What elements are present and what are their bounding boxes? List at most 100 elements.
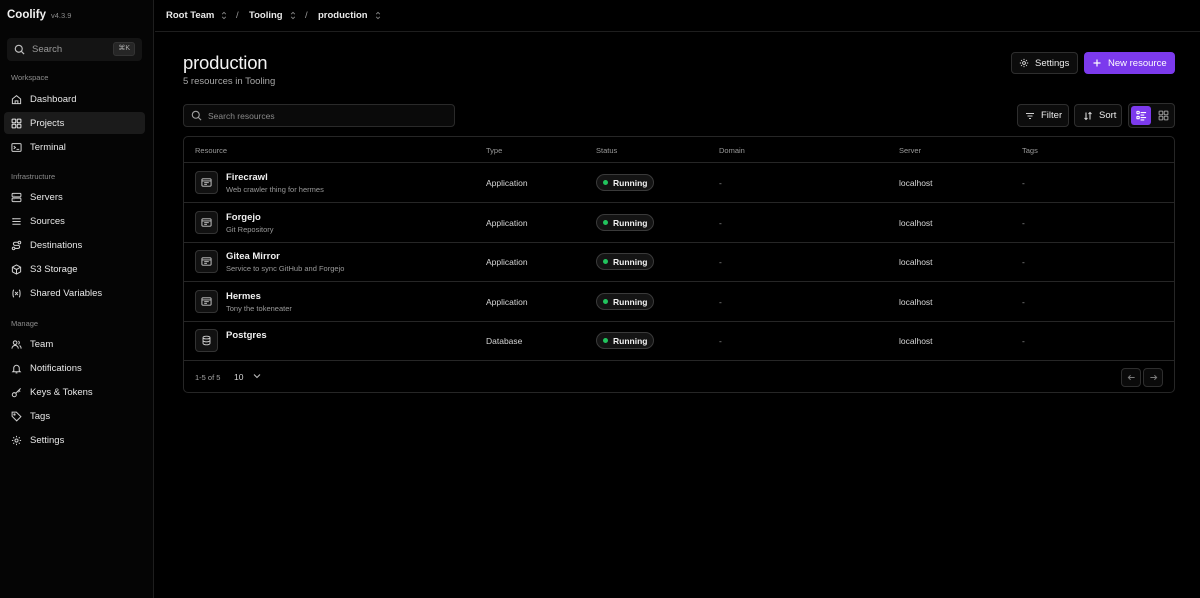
status-badge: Running bbox=[596, 214, 655, 231]
status-dot bbox=[603, 338, 608, 343]
next-page-button[interactable] bbox=[1143, 368, 1163, 387]
gear-icon bbox=[1019, 58, 1029, 68]
sidebar-item-label: Shared Variables bbox=[30, 287, 103, 299]
sidebar-item-shared-variables[interactable]: Shared Variables bbox=[4, 282, 145, 304]
sidebar-item-sources[interactable]: Sources bbox=[4, 210, 145, 232]
sidebar-item-label: Terminal bbox=[30, 141, 66, 153]
table-row[interactable]: Firecrawl Web crawler thing for hermes A… bbox=[184, 163, 1174, 203]
status-dot bbox=[603, 299, 608, 304]
status-dot bbox=[603, 180, 608, 185]
table-footer: 1-5 of 5 10 bbox=[184, 362, 1174, 392]
column-header-type[interactable]: Type bbox=[486, 146, 502, 155]
resource-description: Service to sync GitHub and Forgejo bbox=[226, 264, 345, 273]
resource-domain: - bbox=[719, 218, 722, 228]
column-header-server[interactable]: Server bbox=[899, 146, 921, 155]
breadcrumb-environment[interactable]: production bbox=[318, 10, 382, 21]
status-label: Running bbox=[613, 177, 648, 188]
column-header-resource[interactable]: Resource bbox=[195, 146, 227, 155]
search-shortcut: ⌘K bbox=[113, 42, 135, 56]
git-branch-icon bbox=[11, 216, 22, 227]
chevron-up-down-icon bbox=[290, 11, 295, 20]
sort-button-label: Sort bbox=[1099, 110, 1117, 121]
sidebar-item-label: Settings bbox=[30, 434, 65, 446]
app-version: v4.3.9 bbox=[50, 11, 72, 20]
sidebar-item-destinations[interactable]: Destinations bbox=[4, 234, 145, 256]
resource-tags: - bbox=[1022, 178, 1025, 188]
resource-domain: - bbox=[719, 178, 722, 188]
column-header-status[interactable]: Status bbox=[596, 146, 617, 155]
sidebar-item-notifications[interactable]: Notifications bbox=[4, 357, 145, 379]
sidebar-item-terminal[interactable]: Terminal bbox=[4, 136, 145, 158]
status-label: Running bbox=[613, 296, 648, 307]
breadcrumb-project[interactable]: Tooling bbox=[249, 10, 297, 21]
new-resource-button[interactable]: New resource bbox=[1084, 52, 1175, 74]
breadcrumb: Root Team / Tooling / production bbox=[155, 0, 1200, 32]
sidebar-item-projects[interactable]: Projects bbox=[4, 112, 145, 134]
resource-type: Application bbox=[486, 178, 528, 188]
resource-description: Tony the tokeneater bbox=[226, 304, 292, 313]
sort-button[interactable]: Sort bbox=[1074, 104, 1122, 127]
resource-description: Web crawler thing for hermes bbox=[226, 185, 324, 194]
resource-domain: - bbox=[719, 336, 722, 346]
resource-type: Database bbox=[486, 336, 523, 346]
sidebar-item-dashboard[interactable]: Dashboard bbox=[4, 88, 145, 110]
table-row[interactable]: Forgejo Git Repository Application Runni… bbox=[184, 203, 1174, 243]
table-row[interactable]: Gitea Mirror Service to sync GitHub and … bbox=[184, 242, 1174, 282]
filter-icon bbox=[1026, 112, 1034, 119]
database-icon bbox=[195, 329, 218, 352]
breadcrumb-team-label: Root Team bbox=[166, 10, 215, 21]
resource-tags: - bbox=[1022, 257, 1025, 267]
sidebar-item-settings[interactable]: Settings bbox=[4, 429, 145, 451]
grid-view-button[interactable] bbox=[1153, 106, 1173, 125]
resource-server: localhost bbox=[899, 178, 933, 188]
table-row[interactable]: Postgres Database Running - localhost - bbox=[184, 321, 1174, 361]
key-icon bbox=[11, 387, 21, 397]
sidebar-item-tags[interactable]: Tags bbox=[4, 405, 145, 427]
grid-icon bbox=[11, 118, 22, 128]
brand[interactable]: Coolify v4.3.9 bbox=[7, 9, 71, 21]
resource-server: localhost bbox=[899, 218, 933, 228]
page-title: production bbox=[183, 52, 268, 73]
filter-button-label: Filter bbox=[1041, 110, 1063, 121]
users-icon bbox=[11, 339, 22, 349]
sidebar-item-label: Keys & Tokens bbox=[30, 386, 93, 398]
previous-page-button[interactable] bbox=[1121, 368, 1141, 387]
resources-table: Resource Type Status Domain Server Tags … bbox=[183, 136, 1175, 393]
status-badge: Running bbox=[596, 293, 655, 310]
column-header-domain[interactable]: Domain bbox=[719, 146, 745, 155]
global-search[interactable]: Search ⌘K bbox=[7, 38, 142, 61]
table-header: Resource Type Status Domain Server Tags bbox=[184, 137, 1174, 163]
per-page-select[interactable]: 10 bbox=[234, 372, 243, 382]
app-window-icon bbox=[195, 171, 218, 194]
route-icon bbox=[11, 240, 22, 250]
sidebar-item-s3-storage[interactable]: S3 Storage bbox=[4, 258, 145, 280]
resource-name[interactable]: Hermes bbox=[226, 291, 261, 302]
breadcrumb-team[interactable]: Root Team bbox=[166, 10, 228, 21]
resource-domain: - bbox=[719, 257, 722, 267]
sidebar: Coolify v4.3.9 Search ⌘K Workspace Dashb… bbox=[0, 0, 154, 598]
settings-button[interactable]: Settings bbox=[1011, 52, 1078, 74]
app-window-icon bbox=[195, 250, 218, 273]
sidebar-item-keys-tokens[interactable]: Keys & Tokens bbox=[4, 381, 145, 403]
variable-icon bbox=[12, 288, 21, 298]
sidebar-item-servers[interactable]: Servers bbox=[4, 186, 145, 208]
resource-search-input[interactable] bbox=[208, 110, 438, 121]
filter-button[interactable]: Filter bbox=[1017, 104, 1069, 127]
resource-search[interactable] bbox=[183, 104, 455, 127]
resource-type: Application bbox=[486, 297, 528, 307]
resource-name[interactable]: Firecrawl bbox=[226, 172, 268, 183]
resource-name[interactable]: Postgres bbox=[226, 330, 267, 341]
resource-name[interactable]: Forgejo bbox=[226, 212, 261, 223]
resource-server: localhost bbox=[899, 336, 933, 346]
list-view-button[interactable] bbox=[1131, 106, 1151, 125]
chevron-up-down-icon bbox=[222, 11, 227, 20]
column-header-tags[interactable]: Tags bbox=[1022, 146, 1038, 155]
chevron-down-icon[interactable] bbox=[252, 371, 262, 381]
resource-server: localhost bbox=[899, 257, 933, 267]
sidebar-item-team[interactable]: Team bbox=[4, 333, 145, 355]
table-row[interactable]: Hermes Tony the tokeneater Application R… bbox=[184, 282, 1174, 322]
resource-description: Git Repository bbox=[226, 225, 274, 234]
resource-tags: - bbox=[1022, 336, 1025, 346]
resource-name[interactable]: Gitea Mirror bbox=[226, 251, 280, 262]
sidebar-item-label: Team bbox=[30, 338, 54, 350]
